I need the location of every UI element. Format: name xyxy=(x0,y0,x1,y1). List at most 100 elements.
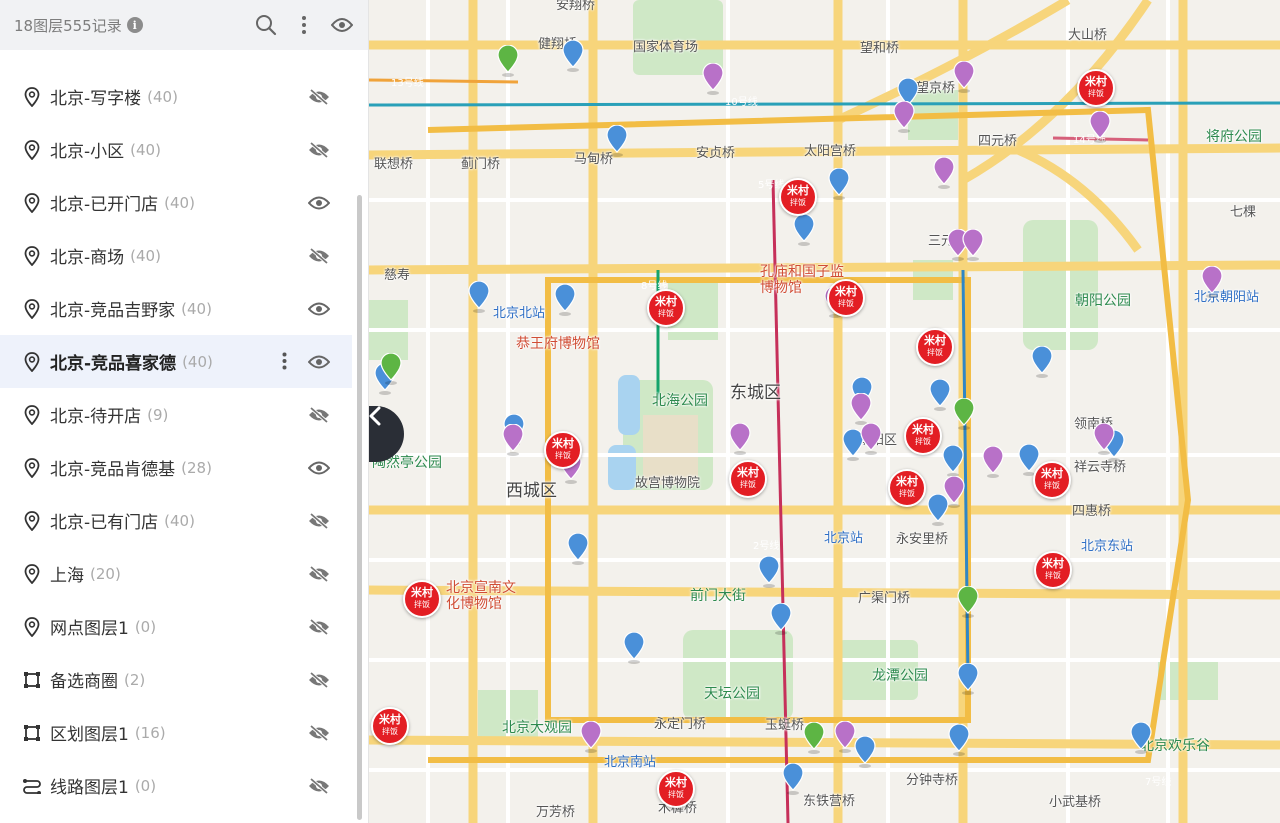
layer-count: (40) xyxy=(181,299,212,318)
eye-icon[interactable] xyxy=(306,192,332,214)
layer-row[interactable]: 北京-商场 (40) xyxy=(0,229,352,282)
map-label: 七棵 xyxy=(1230,205,1257,220)
map-marker-pin[interactable] xyxy=(702,63,724,95)
brand-store-marker[interactable]: 米村 拌饭 xyxy=(779,178,817,216)
map-marker-pin[interactable] xyxy=(1130,722,1152,754)
brand-store-marker[interactable]: 米村 拌饭 xyxy=(657,770,695,808)
layer-row[interactable]: 网点图层1 (0) xyxy=(0,600,352,653)
map-marker-pin[interactable] xyxy=(957,663,979,695)
brand-store-marker[interactable]: 米村 拌饭 xyxy=(729,460,767,498)
map-base xyxy=(368,0,1280,823)
eye-off-icon[interactable] xyxy=(306,510,332,532)
eye-off-icon[interactable] xyxy=(306,563,332,585)
map-marker-pin[interactable] xyxy=(758,556,780,588)
map-marker-pin[interactable] xyxy=(623,632,645,664)
search-icon[interactable] xyxy=(254,13,278,37)
eye-off-icon[interactable] xyxy=(306,139,332,161)
eye-icon[interactable] xyxy=(306,457,332,479)
map-marker-pin[interactable] xyxy=(933,157,955,189)
brand-store-marker[interactable]: 米村 拌饭 xyxy=(1034,551,1072,589)
map-marker-pin[interactable] xyxy=(497,45,519,77)
layer-more-icon[interactable] xyxy=(276,349,292,373)
map-marker-pin[interactable] xyxy=(502,424,524,456)
layer-row[interactable]: 上海 (20) xyxy=(0,547,352,600)
brand-marker-line1: 米村 xyxy=(655,295,677,308)
brand-store-marker[interactable]: 米村 拌饭 xyxy=(1033,461,1071,499)
map-marker-pin[interactable] xyxy=(982,446,1004,478)
map-marker-pin[interactable] xyxy=(854,736,876,768)
brand-marker-line1: 米村 xyxy=(896,475,918,488)
layer-row[interactable]: 北京-待开店 (9) xyxy=(0,388,352,441)
map-marker-pin[interactable] xyxy=(943,476,965,508)
map-marker-pin[interactable] xyxy=(567,533,589,565)
brand-store-marker[interactable]: 米村 拌饭 xyxy=(544,431,582,469)
map-canvas[interactable]: 13号线 10号线 14号线 5号线 8号线 2号线 7号线 安翔桥 健翔桥 国… xyxy=(368,0,1280,823)
map-marker-pin[interactable] xyxy=(1089,111,1111,143)
map-marker-pin[interactable] xyxy=(380,353,402,385)
map-marker-pin[interactable] xyxy=(953,398,975,430)
layer-row[interactable]: 北京-写字楼 (40) xyxy=(0,70,352,123)
map-marker-pin[interactable] xyxy=(770,603,792,635)
map-marker-pin[interactable] xyxy=(580,721,602,753)
map-marker-pin[interactable] xyxy=(1031,346,1053,378)
map-marker-pin[interactable] xyxy=(860,423,882,455)
map-marker-pin[interactable] xyxy=(554,284,576,316)
scrollbar[interactable] xyxy=(357,195,362,820)
location-pin-icon xyxy=(22,351,42,372)
eye-icon[interactable] xyxy=(306,351,332,373)
brand-marker-line2: 拌饭 xyxy=(927,348,943,357)
map-marker-pin[interactable] xyxy=(468,281,490,313)
layer-row[interactable]: 北京-已开门店 (40) xyxy=(0,176,352,229)
map-marker-pin[interactable] xyxy=(729,423,751,455)
layer-row[interactable]: 备选商圈 (2) xyxy=(0,653,352,706)
layer-row[interactable]: 区划图层1 (16) xyxy=(0,706,352,759)
more-vertical-icon[interactable] xyxy=(292,13,316,37)
map-marker-pin[interactable] xyxy=(948,724,970,756)
location-pin-icon xyxy=(22,510,42,531)
eye-icon[interactable] xyxy=(306,298,332,320)
layer-row[interactable]: 北京-竞品喜家德 (40) xyxy=(0,335,352,388)
map-marker-pin[interactable] xyxy=(1201,266,1223,298)
eye-off-icon[interactable] xyxy=(306,404,332,426)
map-marker-pin[interactable] xyxy=(1093,423,1115,455)
map-marker-pin[interactable] xyxy=(929,379,951,411)
map-marker-pin[interactable] xyxy=(942,445,964,477)
map-marker-pin[interactable] xyxy=(953,61,975,93)
eye-off-icon[interactable] xyxy=(306,616,332,638)
eye-off-icon[interactable] xyxy=(306,669,332,691)
map-marker-pin[interactable] xyxy=(562,40,584,72)
brand-store-marker[interactable]: 米村 拌饭 xyxy=(403,580,441,618)
layer-row[interactable]: 北京-竞品吉野家 (40) xyxy=(0,282,352,335)
brand-marker-line1: 米村 xyxy=(1041,467,1063,480)
brand-store-marker[interactable]: 米村 拌饭 xyxy=(1077,69,1115,107)
eye-off-icon[interactable] xyxy=(306,775,332,797)
eye-off-icon[interactable] xyxy=(306,722,332,744)
brand-store-marker[interactable]: 米村 拌饭 xyxy=(371,707,409,745)
map-marker-pin[interactable] xyxy=(606,125,628,157)
map-marker-pin[interactable] xyxy=(957,586,979,618)
layer-row[interactable]: 线路图层1 (0) xyxy=(0,759,352,812)
brand-store-marker[interactable]: 米村 拌饭 xyxy=(904,417,942,455)
map-marker-pin[interactable] xyxy=(962,229,984,261)
brand-marker-line1: 米村 xyxy=(552,437,574,450)
eye-off-icon[interactable] xyxy=(306,86,332,108)
map-marker-pin[interactable] xyxy=(782,763,804,795)
layer-row[interactable]: 北京-已有门店 (40) xyxy=(0,494,352,547)
brand-store-marker[interactable]: 米村 拌饭 xyxy=(916,328,954,366)
info-icon[interactable]: i xyxy=(126,17,143,33)
eye-icon[interactable] xyxy=(330,13,354,37)
map-marker-pin[interactable] xyxy=(893,101,915,133)
map-marker-pin[interactable] xyxy=(834,721,856,753)
brand-store-marker[interactable]: 米村 拌饭 xyxy=(888,469,926,507)
district-label: 东城区 xyxy=(730,383,781,403)
layer-row[interactable]: 北京-竞品肯德基 (28) xyxy=(0,441,352,494)
eye-off-icon[interactable] xyxy=(306,245,332,267)
brand-store-marker[interactable]: 米村 拌饭 xyxy=(647,289,685,327)
map-marker-pin[interactable] xyxy=(803,722,825,754)
map-marker-pin[interactable] xyxy=(793,214,815,246)
brand-store-marker[interactable]: 米村 拌饭 xyxy=(827,279,865,317)
layer-row[interactable]: 北京-小区 (40) xyxy=(0,123,352,176)
layer-count: (0) xyxy=(134,776,157,795)
map-marker-pin[interactable] xyxy=(850,393,872,425)
map-marker-pin[interactable] xyxy=(828,168,850,200)
